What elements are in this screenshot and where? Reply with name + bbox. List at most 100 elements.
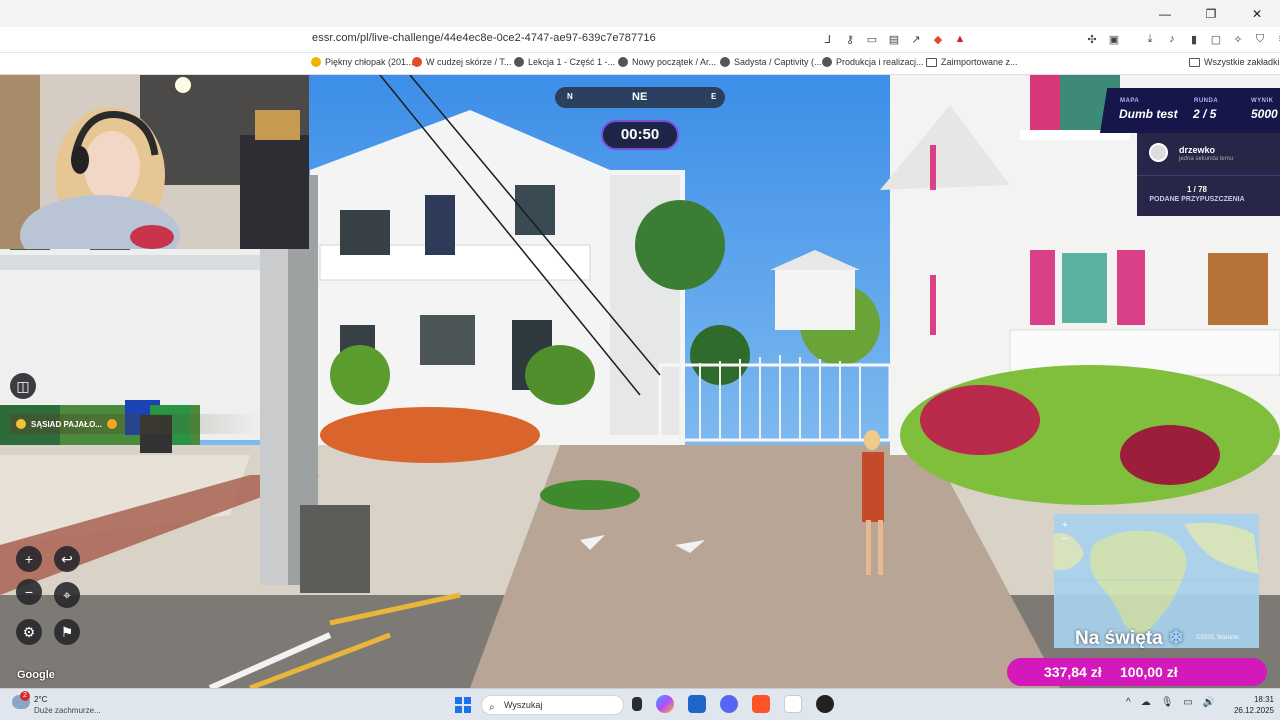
brave-shield-icon[interactable]: ◆ (930, 31, 946, 47)
google-logo: Google (17, 669, 55, 681)
weather-badge: 2 (20, 691, 30, 701)
bookmark-item[interactable]: Lekcja 1 - Część 1 -... (514, 57, 615, 67)
bookmark-icon (412, 57, 422, 67)
share-icon[interactable]: ↗ (908, 31, 924, 47)
map-credit: ©2025, Warunki (1196, 635, 1239, 641)
return-to-start-button[interactable]: ⌖ (54, 582, 80, 608)
globe-icon (720, 57, 730, 67)
snowflake-icon: ❄ (1167, 628, 1184, 649)
address-bar: essr.com/pl/live-challenge/44e4ec8e-0ce2… (0, 27, 1280, 53)
rewards-icon[interactable]: ▲ (952, 31, 968, 47)
holiday-overlay-text: Na święta ❄ (1075, 628, 1184, 649)
zoom-in-button[interactable]: + (16, 546, 42, 572)
chat-avatar-icon (16, 419, 26, 429)
weather-widget[interactable]: 2 2°C Duże zachmurze... (12, 691, 112, 717)
taskbar-apps (632, 695, 834, 713)
start-button[interactable] (455, 697, 471, 713)
microphone-icon[interactable]: 🎙 (1161, 697, 1174, 708)
music-icon[interactable]: ♪ (1164, 31, 1180, 47)
layers-button[interactable]: ◫ (10, 373, 36, 399)
vpn-icon[interactable]: ⛉ (1252, 31, 1268, 47)
layers-icon: ◫ (16, 377, 30, 394)
settings-button[interactable]: ⚙ (16, 619, 42, 645)
window-controls: — ❐ ✕ (1142, 0, 1280, 27)
minimap-zoom-controls: + − (1057, 518, 1073, 548)
task-view-icon[interactable] (632, 697, 642, 711)
bookmark-folder[interactable]: Zaimportowane z... (926, 57, 1018, 67)
download-icon[interactable]: ⤓ (1142, 31, 1158, 47)
store-icon[interactable] (688, 695, 706, 713)
browser-titlebar: — ❐ ✕ (0, 0, 1280, 27)
maximize-icon[interactable]: ❐ (1188, 0, 1234, 27)
all-bookmarks-folder[interactable]: Wszystkie zakładki (1189, 57, 1280, 67)
score-label: WYNIK (1251, 98, 1274, 104)
zoom-out-button[interactable]: − (16, 579, 42, 605)
avatar (1149, 143, 1168, 162)
donation-current: 337,84 zł (1044, 664, 1102, 680)
flag-button[interactable]: ⚑ (54, 619, 80, 645)
tab-icon[interactable]: ▣ (1106, 31, 1122, 47)
sidebar-icon[interactable]: ▮ (1186, 31, 1202, 47)
bookmark-item[interactable]: Nowy początek / Ar... (618, 57, 716, 67)
windows-taskbar: 2 2°C Duże zachmurze... ⌕ Wyszukaj ^ ☁ 🎙… (0, 688, 1280, 720)
undo-icon: ↩ (61, 550, 73, 567)
minimap-zoom-in-icon[interactable]: + (1057, 518, 1073, 532)
search-icon: ⌕ (489, 702, 495, 713)
flag-icon: ⚑ (60, 623, 74, 640)
pin-icon: ⌖ (63, 586, 71, 603)
globe-icon (822, 57, 832, 67)
emote-icon (106, 419, 117, 429)
extensions-icon[interactable]: ✣ (1084, 31, 1100, 47)
leo-ai-icon[interactable]: ✧ (1230, 31, 1246, 47)
bookmarks-bar: Piękny chłopak (201... W cudzej skórze /… (0, 53, 1280, 75)
close-icon[interactable]: ✕ (1234, 0, 1280, 27)
undo-move-button[interactable]: ↩ (54, 546, 80, 572)
bookmark-item[interactable]: Sadysta / Captivity (... (720, 57, 822, 67)
guess-label: PODANE PRZYPUSZCZENIA (1149, 196, 1245, 203)
weather-temp: 2°C (34, 695, 48, 704)
globe-icon (514, 57, 524, 67)
minimap-zoom-out-icon[interactable]: − (1057, 532, 1073, 546)
obs-icon[interactable] (816, 695, 834, 713)
taskbar-clock[interactable]: 18:31 26.12.2025 (1226, 694, 1274, 716)
folder-icon (1189, 57, 1200, 67)
address-bar-icons: ⅃ ⚷ ▭ ▤ ↗ ◆ ▲ (820, 31, 968, 47)
brave-browser-icon[interactable] (752, 695, 770, 713)
bookmark-item[interactable]: Piękny chłopak (201... (311, 57, 414, 67)
windows-logo-icon (455, 697, 462, 704)
round-value: 2 / 5 (1193, 107, 1217, 121)
round-timer: 00:50 (601, 120, 679, 150)
translate-icon[interactable]: ⅃ (820, 31, 836, 47)
donation-goal-bar: 337,84 zł 100,00 zł (1007, 658, 1267, 686)
folder-icon (926, 57, 937, 67)
key-icon[interactable]: ⚷ (842, 31, 858, 47)
discord-icon[interactable] (720, 695, 738, 713)
volume-icon[interactable]: 🔊 (1203, 697, 1215, 708)
network-icon[interactable]: ☁ (1141, 697, 1151, 708)
minimize-icon[interactable]: — (1142, 0, 1188, 27)
bookmark-icon (311, 57, 321, 67)
wallet-icon[interactable]: ▢ (1208, 31, 1224, 47)
url-field[interactable]: essr.com/pl/live-challenge/44e4ec8e-0ce2… (312, 32, 656, 44)
card-icon[interactable]: ▤ (886, 31, 902, 47)
copilot-icon[interactable] (656, 695, 674, 713)
webcam-overlay (0, 75, 309, 249)
bookmark-item[interactable]: W cudzej skórze / T... (412, 57, 511, 67)
round-label: RUNDA (1194, 98, 1219, 104)
score-value: 5000 (1251, 107, 1278, 121)
taskbar-search[interactable]: ⌕ Wyszukaj (481, 695, 624, 715)
bookmark-item[interactable]: Produkcja i realizacj... (822, 57, 924, 67)
cast-icon[interactable]: ▭ (864, 31, 880, 47)
guess-count: 1 / 78 (1186, 185, 1207, 194)
menu-icon[interactable]: ≡ (1274, 31, 1280, 47)
screen: — ❐ ✕ essr.com/pl/live-challenge/44e4ec8… (0, 0, 1280, 720)
weather-desc: Duże zachmurze... (34, 706, 101, 715)
map-label: MAPA (1120, 98, 1140, 104)
notes-app-icon[interactable] (784, 695, 802, 713)
chat-message-chip: SĄSIAD PAJAŁO... (10, 414, 262, 434)
streamer-webcam (0, 75, 309, 249)
donation-goal: 100,00 zł (1120, 664, 1178, 680)
divider (1137, 175, 1280, 176)
display-icon[interactable]: ▭ (1183, 697, 1192, 708)
chevron-up-icon[interactable]: ^ (1126, 697, 1131, 708)
